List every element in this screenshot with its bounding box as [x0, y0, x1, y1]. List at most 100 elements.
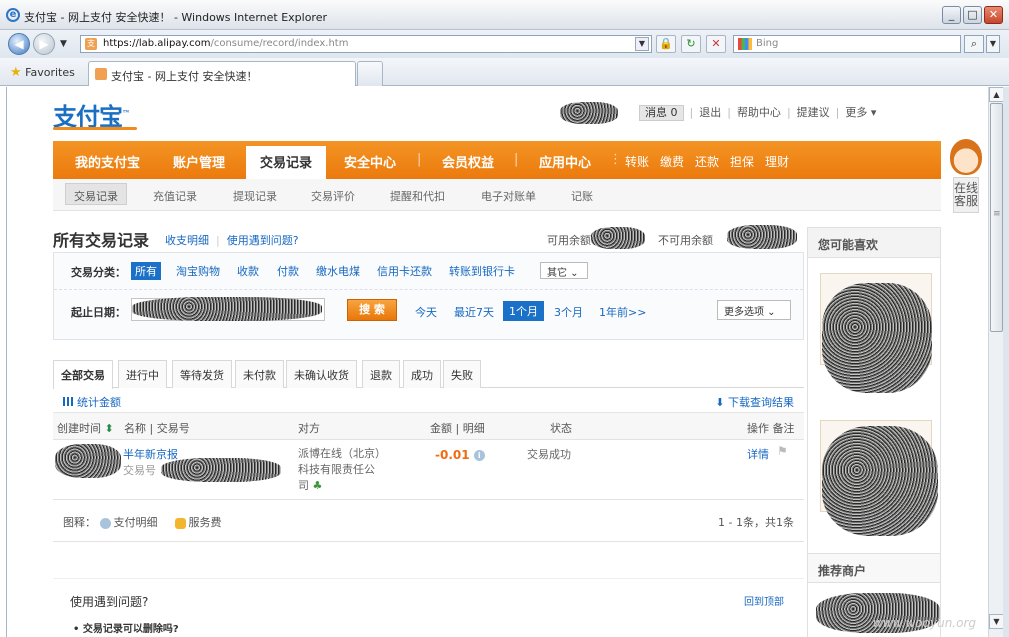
- status-tabs: 全部交易 进行中 等待发货 未付款 未确认收货 退款 成功 失败: [53, 358, 804, 389]
- favorites-button[interactable]: ★ Favorites: [10, 65, 75, 80]
- maximize-button[interactable]: □: [963, 6, 982, 24]
- subnav-statements[interactable]: 电子对账单: [481, 188, 536, 204]
- back-to-top-link[interactable]: 回到顶部: [744, 593, 784, 608]
- redacted-available-balance: [591, 227, 645, 249]
- more-link[interactable]: 更多 ▾: [845, 106, 876, 119]
- download-link[interactable]: ⬇ 下载查询结果: [715, 394, 794, 410]
- subnav-withdrawals[interactable]: 提现记录: [233, 188, 277, 204]
- address-bar[interactable]: 支 https://lab.alipay.com/consume/record/…: [80, 35, 652, 53]
- quick-finance[interactable]: 理财: [765, 153, 789, 170]
- online-support[interactable]: 在线客服: [950, 139, 982, 249]
- header-status: 状态: [550, 422, 572, 435]
- payment-detail-icon: [99, 517, 111, 529]
- nav-membership[interactable]: 会员权益: [442, 152, 494, 171]
- range-3-months[interactable]: 3个月: [554, 304, 583, 320]
- row-name-link[interactable]: 半年新京报: [123, 446, 178, 462]
- new-tab-button[interactable]: [357, 61, 383, 86]
- lock-icon[interactable]: 🔒: [656, 35, 676, 53]
- scroll-up-icon[interactable]: ▲: [989, 87, 1004, 102]
- favorites-bar: ★ Favorites 支付宝 - 网上支付 安全快速！: [0, 58, 1009, 86]
- stop-icon[interactable]: ✕: [706, 35, 726, 53]
- header-links: 消息 0 | 退出 | 帮助中心 | 提建议 | 更多 ▾: [639, 104, 876, 121]
- address-url[interactable]: https://lab.alipay.com/consume/record/in…: [103, 38, 348, 49]
- close-button[interactable]: ✕: [984, 6, 1003, 24]
- range-1-year-ago[interactable]: 1年前>>: [599, 304, 646, 320]
- category-all[interactable]: 所有: [131, 262, 161, 280]
- nav-transactions[interactable]: 交易记录: [246, 146, 327, 179]
- faq-item[interactable]: • 交易记录可以删除吗?: [73, 620, 179, 635]
- unavailable-balance-label: 不可用余额: [658, 234, 713, 247]
- browser-navbar: ◀ ▶ ▼ 支 https://lab.alipay.com/consume/r…: [0, 30, 1009, 58]
- redacted-unavailable-balance: [727, 225, 797, 249]
- tab-awaiting-shipment[interactable]: 等待发货: [172, 360, 232, 388]
- search-button[interactable]: 搜 索: [347, 299, 397, 321]
- browser-tab[interactable]: 支付宝 - 网上支付 安全快速！: [88, 61, 356, 86]
- nav-my-alipay[interactable]: 我的支付宝: [75, 152, 140, 171]
- tab-all[interactable]: 全部交易: [53, 360, 113, 389]
- subnav-reminders[interactable]: 提醒和代扣: [390, 188, 445, 204]
- category-utilities[interactable]: 缴水电煤: [316, 263, 360, 279]
- quick-transfer[interactable]: 转账: [625, 153, 649, 170]
- quick-repay[interactable]: 还款: [695, 153, 719, 170]
- support-avatar-icon: [950, 139, 982, 175]
- refresh-icon[interactable]: ↻: [681, 35, 701, 53]
- nav-apps[interactable]: 应用中心: [539, 152, 591, 171]
- search-options-icon[interactable]: ▼: [986, 35, 1000, 53]
- category-pay[interactable]: 付款: [277, 263, 299, 279]
- redacted-created-time: [55, 444, 121, 478]
- stats-link[interactable]: 统计金额: [63, 394, 121, 410]
- search-go-icon[interactable]: ⌕: [964, 35, 984, 53]
- tab-unconfirmed[interactable]: 未确认收货: [286, 360, 357, 388]
- flag-icon[interactable]: ⚑: [777, 444, 788, 458]
- table-row: 半年新京报 交易号 派博在线（北京）科技有限责任公司 ♣ -0.01 i 交易成…: [53, 440, 804, 500]
- more-options-select[interactable]: 更多选项 ⌄: [717, 300, 791, 320]
- nav-account[interactable]: 账户管理: [173, 152, 225, 171]
- quick-escrow[interactable]: 担保: [730, 153, 754, 170]
- row-detail-link[interactable]: 详情: [747, 446, 769, 462]
- range-1-month[interactable]: 1个月: [503, 301, 544, 321]
- address-dropdown-icon[interactable]: ▼: [635, 37, 649, 51]
- subnav-reviews[interactable]: 交易评价: [311, 188, 355, 204]
- search-input[interactable]: Bing: [733, 35, 961, 53]
- info-icon[interactable]: i: [473, 450, 485, 461]
- range-7-days[interactable]: 最近7天: [454, 304, 494, 320]
- tab-success[interactable]: 成功: [403, 360, 441, 388]
- tab-failed[interactable]: 失败: [443, 360, 481, 388]
- table-header: 创建时间 ⬍ 名称 | 交易号 对方 金额 | 明细 状态 操作 备注: [53, 413, 804, 440]
- redacted-username: [560, 102, 618, 124]
- header-name: 名称 | 交易号: [124, 422, 190, 435]
- minimize-button[interactable]: _: [942, 6, 961, 24]
- nav-security[interactable]: 安全中心: [344, 152, 396, 171]
- scroll-down-icon[interactable]: ▼: [989, 614, 1004, 629]
- tab-refund[interactable]: 退款: [362, 360, 400, 388]
- help-center-link[interactable]: 帮助中心: [737, 106, 781, 119]
- logout-link[interactable]: 退出: [699, 106, 721, 119]
- main-nav: 我的支付宝 账户管理 交易记录 安全中心 | 会员权益 | 应用中心 ⋮ 转账 …: [53, 141, 941, 179]
- category-bank-transfer[interactable]: 转账到银行卡: [449, 263, 515, 279]
- category-credit-card[interactable]: 信用卡还款: [377, 263, 432, 279]
- history-dropdown-icon[interactable]: ▼: [60, 39, 67, 49]
- vertical-scrollbar[interactable]: ▲ ▼: [988, 87, 1004, 637]
- tab-unpaid[interactable]: 未付款: [235, 360, 284, 388]
- category-taobao[interactable]: 淘宝购物: [176, 263, 220, 279]
- messages-link[interactable]: 消息 0: [639, 105, 684, 121]
- subnav-transactions[interactable]: 交易记录: [65, 183, 127, 205]
- suggest-link[interactable]: 提建议: [797, 106, 830, 119]
- contact-icon[interactable]: ♣: [313, 479, 323, 492]
- income-expense-link[interactable]: 收支明细: [165, 234, 209, 247]
- page-viewport: 支付宝™ 消息 0 | 退出 | 帮助中心 | 提建议 | 更多 ▾ 我的支付宝 账户管理 交易…: [6, 87, 988, 637]
- other-category-select[interactable]: 其它 ⌄: [540, 262, 588, 279]
- quick-payment[interactable]: 缴费: [660, 153, 684, 170]
- redacted-txn-number: [161, 458, 281, 482]
- header-actions: 操作 备注: [747, 422, 795, 435]
- back-button[interactable]: ◀: [8, 33, 30, 55]
- tab-in-progress[interactable]: 进行中: [118, 360, 167, 388]
- forward-button[interactable]: ▶: [33, 33, 55, 55]
- help-problem-link[interactable]: 使用遇到问题?: [227, 234, 299, 247]
- header-created[interactable]: 创建时间 ⬍: [57, 420, 114, 436]
- category-receive[interactable]: 收款: [237, 263, 259, 279]
- range-today[interactable]: 今天: [415, 304, 437, 320]
- scroll-thumb[interactable]: [990, 103, 1003, 332]
- subnav-topups[interactable]: 充值记录: [153, 188, 197, 204]
- subnav-bookkeeping[interactable]: 记账: [571, 188, 593, 204]
